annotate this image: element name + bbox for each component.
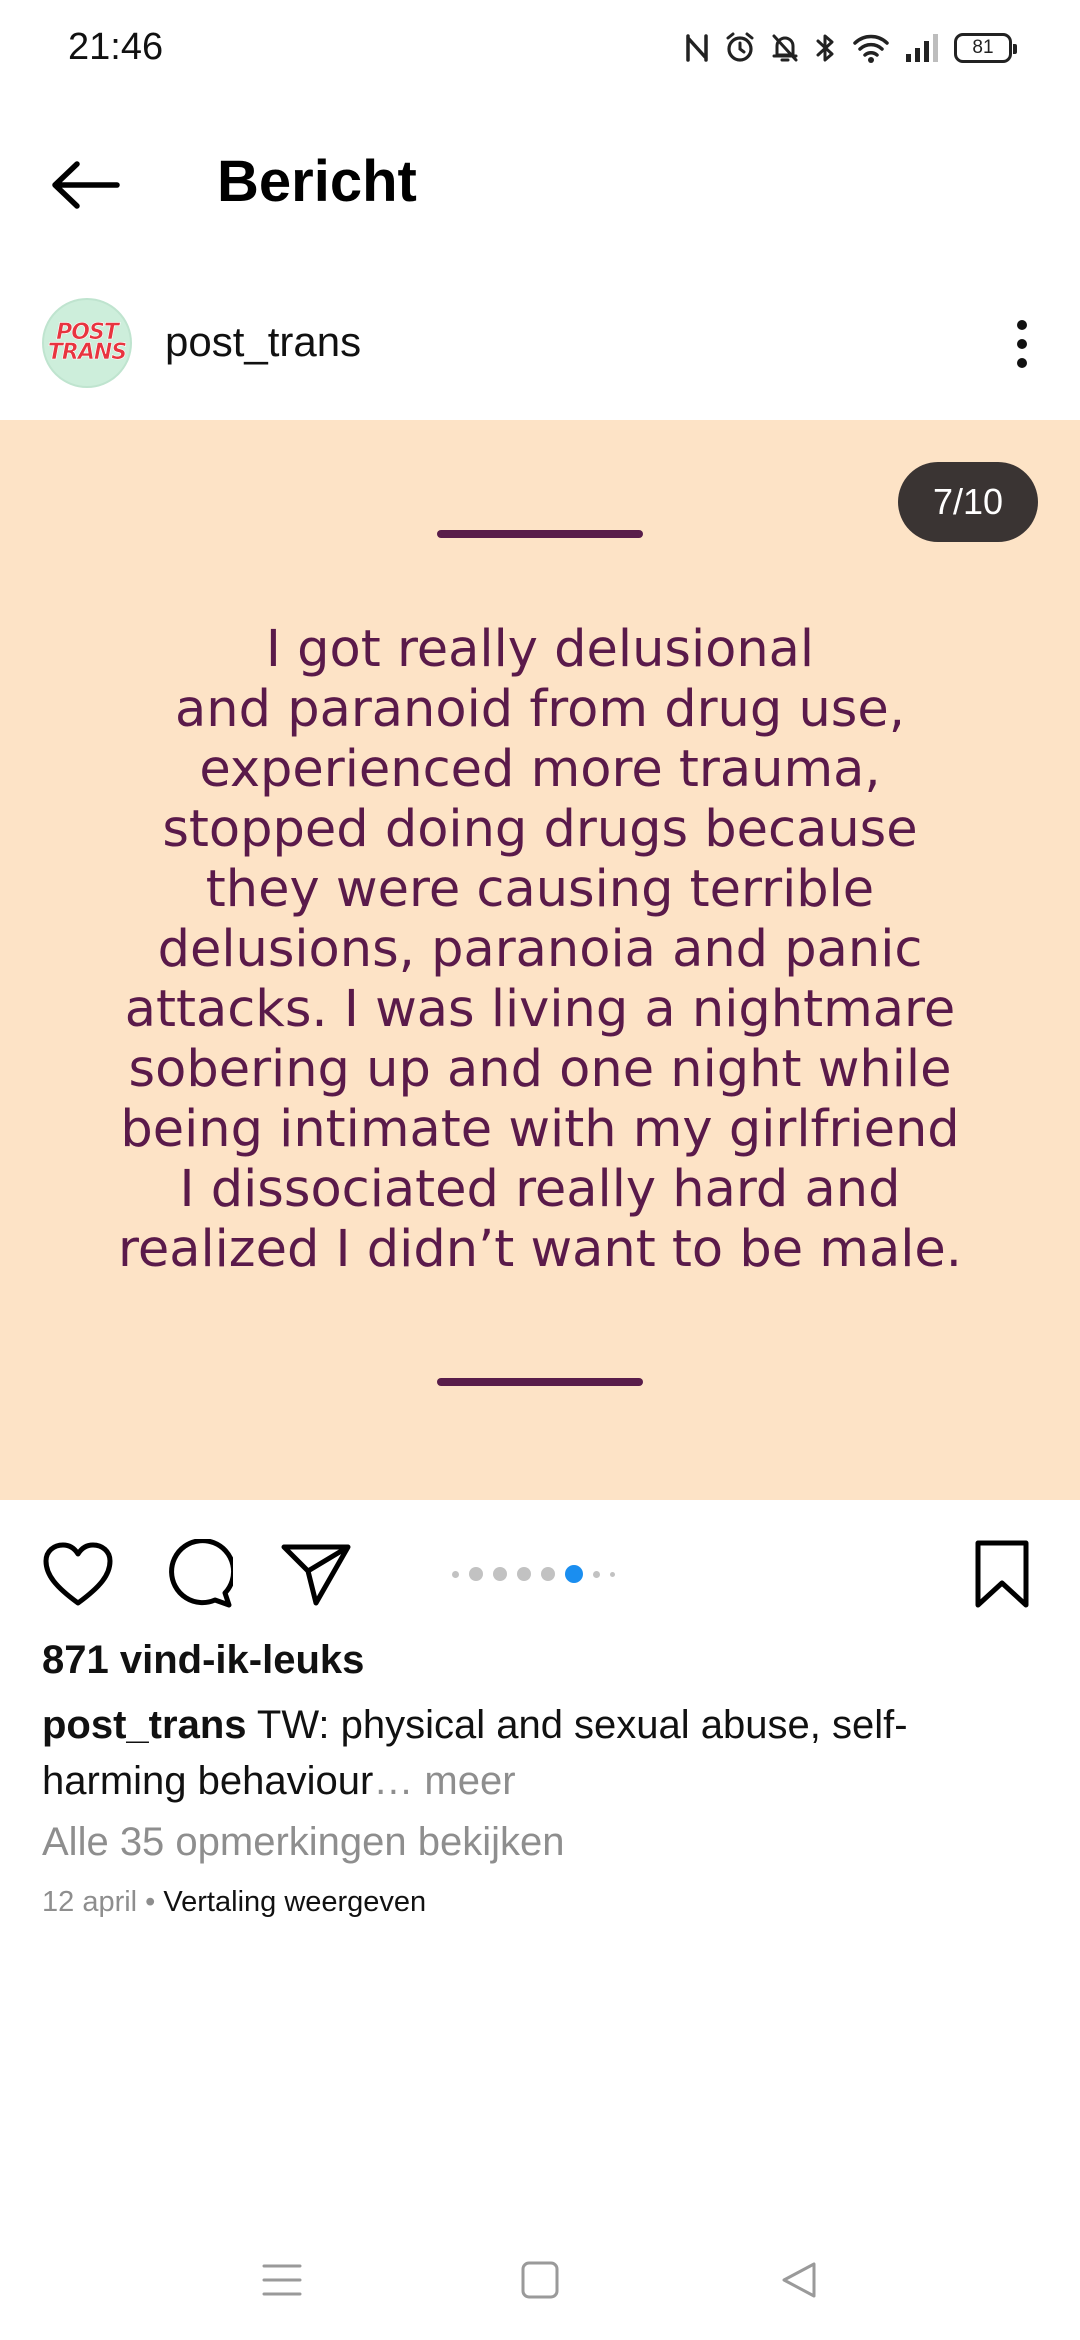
comment-button[interactable]: [158, 1534, 238, 1614]
back-nav-button[interactable]: [766, 2248, 830, 2312]
nfc-icon: [686, 34, 708, 62]
more-dot-icon: [1017, 358, 1027, 368]
battery-level: 81: [972, 37, 994, 58]
like-button[interactable]: [38, 1534, 118, 1614]
post-caption: post_trans TW: physical and sexual abuse…: [42, 1697, 1042, 1809]
post-date: 12 april: [42, 1886, 138, 1918]
view-comments-link[interactable]: Alle 35 opmerkingen bekijken: [42, 1820, 565, 1865]
system-navigation-bar: [0, 2220, 1080, 2340]
post-actions-bar: [0, 1500, 1080, 1634]
bluetooth-icon: [816, 34, 834, 62]
save-button[interactable]: [962, 1534, 1042, 1614]
header: Bericht: [0, 120, 1080, 250]
carousel-indicator: [452, 1564, 615, 1584]
show-translation-link[interactable]: Vertaling weergeven: [163, 1886, 426, 1918]
post-carousel-slide[interactable]: 7/10 I got really delusional and paranoi…: [0, 420, 1080, 1500]
menu-lines-icon: [262, 2264, 302, 2296]
carousel-dot: [452, 1570, 459, 1578]
recents-button[interactable]: [250, 2248, 314, 2312]
likes-count[interactable]: 871 vind-ik-leuks: [42, 1638, 364, 1683]
bookmark-icon: [975, 1540, 1029, 1608]
status-bar: 21:46 81: [0, 0, 1080, 96]
meta-separator: •: [137, 1886, 164, 1918]
wifi-icon: [853, 34, 889, 63]
carousel-dot: [469, 1567, 483, 1581]
square-home-icon: [521, 2261, 559, 2299]
more-dot-icon: [1017, 320, 1027, 330]
carousel-dot: [610, 1571, 615, 1577]
post-meta-line: 12 april • Vertaling weergeven: [42, 1886, 426, 1919]
slide-quote-text: I got really delusional and paranoid fro…: [117, 620, 962, 1279]
alarm-icon: [726, 32, 754, 62]
slide-divider-top: [437, 530, 643, 538]
page-title: Bericht: [217, 149, 417, 214]
carousel-dot: [517, 1567, 531, 1581]
triangle-back-icon: [782, 2262, 816, 2298]
status-time: 21:46: [68, 26, 164, 68]
carousel-dot: [541, 1567, 555, 1581]
author-username[interactable]: post_trans: [165, 318, 361, 366]
caption-more-link[interactable]: … meer: [373, 1759, 515, 1803]
caption-username[interactable]: post_trans: [42, 1703, 247, 1747]
back-button[interactable]: [40, 150, 130, 220]
avatar[interactable]: POST TRANS: [42, 298, 132, 388]
bell-off-icon: [772, 34, 798, 62]
more-dot-icon: [1017, 339, 1027, 349]
share-button[interactable]: [276, 1534, 356, 1614]
post-author-row: POST TRANS post_trans: [0, 282, 1080, 420]
signal-icon: [906, 34, 938, 62]
status-icons: 81: [684, 28, 1017, 68]
battery-icon: 81: [954, 33, 1017, 63]
paper-plane-icon: [281, 1544, 351, 1606]
carousel-dot: [593, 1570, 600, 1578]
slide-counter-badge: 7/10: [898, 462, 1038, 542]
comment-bubble-icon: [169, 1539, 233, 1608]
more-options-button[interactable]: [992, 302, 1052, 386]
home-button[interactable]: [508, 2248, 572, 2312]
carousel-dot-active: [565, 1565, 583, 1583]
slide-divider-bottom: [437, 1378, 643, 1386]
avatar-text-line2: TRANS: [47, 340, 128, 365]
carousel-dot: [493, 1567, 507, 1581]
arrow-left-icon: [52, 161, 120, 209]
heart-icon: [43, 1542, 113, 1606]
